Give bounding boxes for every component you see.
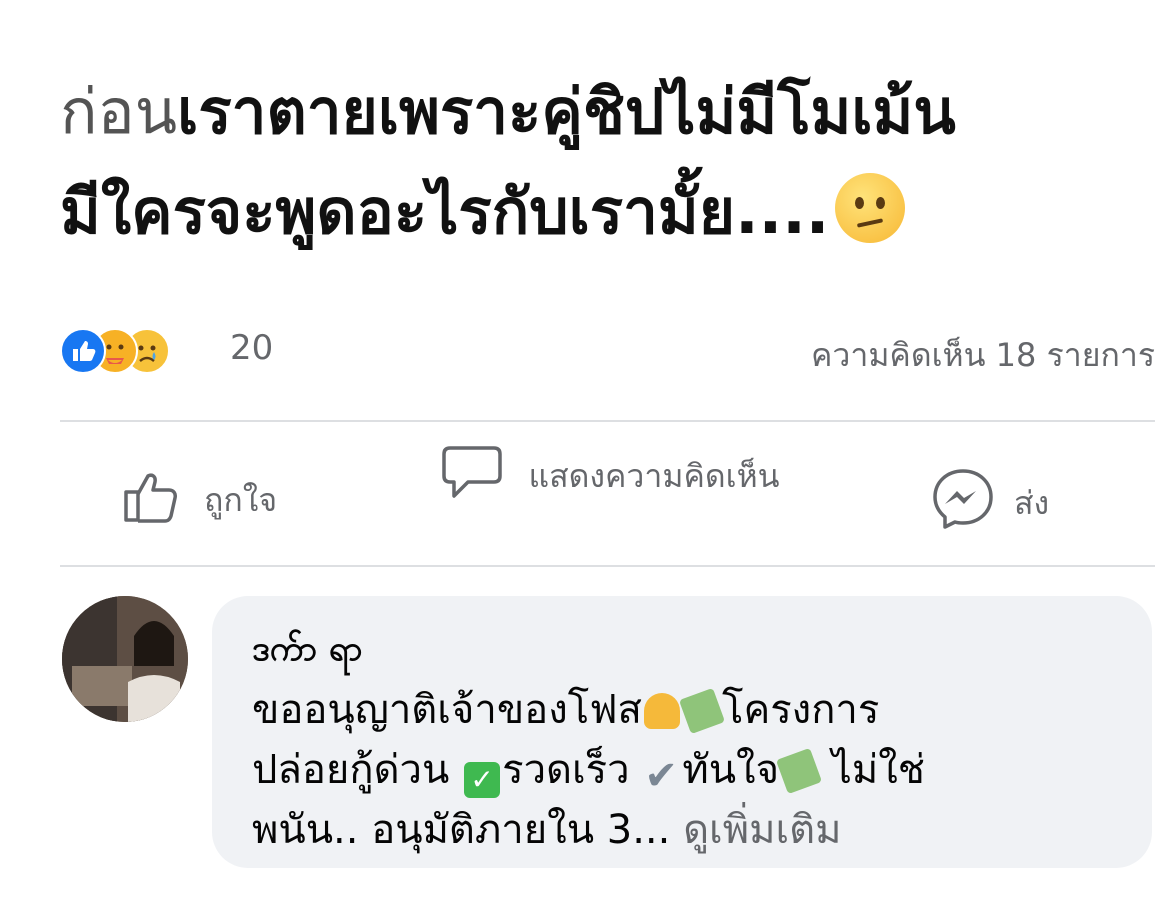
comment-text-1: ขออนุญาติเจ้าของโฟส (252, 687, 642, 733)
action-bar: ถูกใจ แสดงความคิดเห็น ส่ง (60, 440, 1155, 560)
post-text-line2: มีใครจะพูดอะไรกับเรามั้ย.... (60, 175, 830, 248)
comment-text-3: ปล่อยกู้ด่วน (252, 747, 463, 793)
post-text: ก่อนเราตายเพราะคู่ชิปไม่มีโมเม้น มีใครจะ… (60, 62, 1150, 262)
send-button[interactable]: ส่ง (930, 466, 1049, 540)
money-with-wings-icon (775, 747, 823, 795)
post-line-1: ก่อนเราตายเพราะคู่ชิปไม่มีโมเม้น (60, 62, 1150, 162)
comment-text-6: ไม่ใช่ (819, 747, 925, 793)
post-text-prefix: ก่อน (60, 75, 178, 148)
comment-button[interactable]: แสดงความคิดเห็น (440, 440, 784, 512)
comment-text-5: ทันใจ (682, 747, 780, 793)
like-button[interactable]: ถูกใจ (122, 468, 277, 532)
send-label: ส่ง (1014, 483, 1050, 522)
post-stats: 20 ความคิดเห็น 18 รายการ (60, 322, 1155, 382)
post-line-2: มีใครจะพูดอะไรกับเรามั้ย.... (60, 162, 1150, 262)
like-reaction-icon (60, 328, 106, 374)
divider-bottom (60, 565, 1155, 567)
check-mark-icon: ✔ (644, 753, 678, 799)
confused-face-icon (835, 173, 906, 243)
comment-bubble-icon (440, 440, 504, 512)
avatar[interactable] (62, 596, 188, 722)
comment-label: แสดงความคิดเห็น (528, 457, 780, 495)
comment: ဒက်ာ ရာ ขออนุญาติเจ้าของโฟส โครงการ ปล่อย… (60, 596, 1155, 876)
divider-top (60, 420, 1155, 422)
money-with-wings-icon (678, 687, 726, 735)
comment-author[interactable]: ဒက်ာ ရာ (252, 626, 362, 677)
messenger-icon (930, 466, 996, 540)
folded-hands-icon (643, 693, 680, 729)
like-label: ถูกใจ (204, 480, 278, 519)
see-more-link[interactable]: ดูเพิ่มเติม (683, 807, 841, 853)
comment-text-4: รวดเร็ว (502, 747, 643, 793)
comment-count[interactable]: ความคิดเห็น 18 รายการ (811, 330, 1155, 381)
reaction-count[interactable]: 20 (230, 328, 273, 368)
post-text-line1-rest: เราตายเพราะคู่ชิปไม่มีโมเม้น (177, 75, 956, 148)
comment-text-2: โครงการ (721, 687, 880, 733)
comment-bubble: ဒက်ာ ရာ ขออนุญาติเจ้าของโฟส โครงการ ปล่อย… (212, 596, 1152, 868)
check-mark-button-icon: ✓ (464, 762, 501, 798)
comment-text-7: พนัน.. อนุมัติภายใน 3... (252, 807, 684, 853)
comment-body: ขออนุญาติเจ้าของโฟส โครงการ ปล่อยกู้ด่วน … (252, 680, 1132, 860)
thumbs-up-icon (122, 468, 186, 532)
